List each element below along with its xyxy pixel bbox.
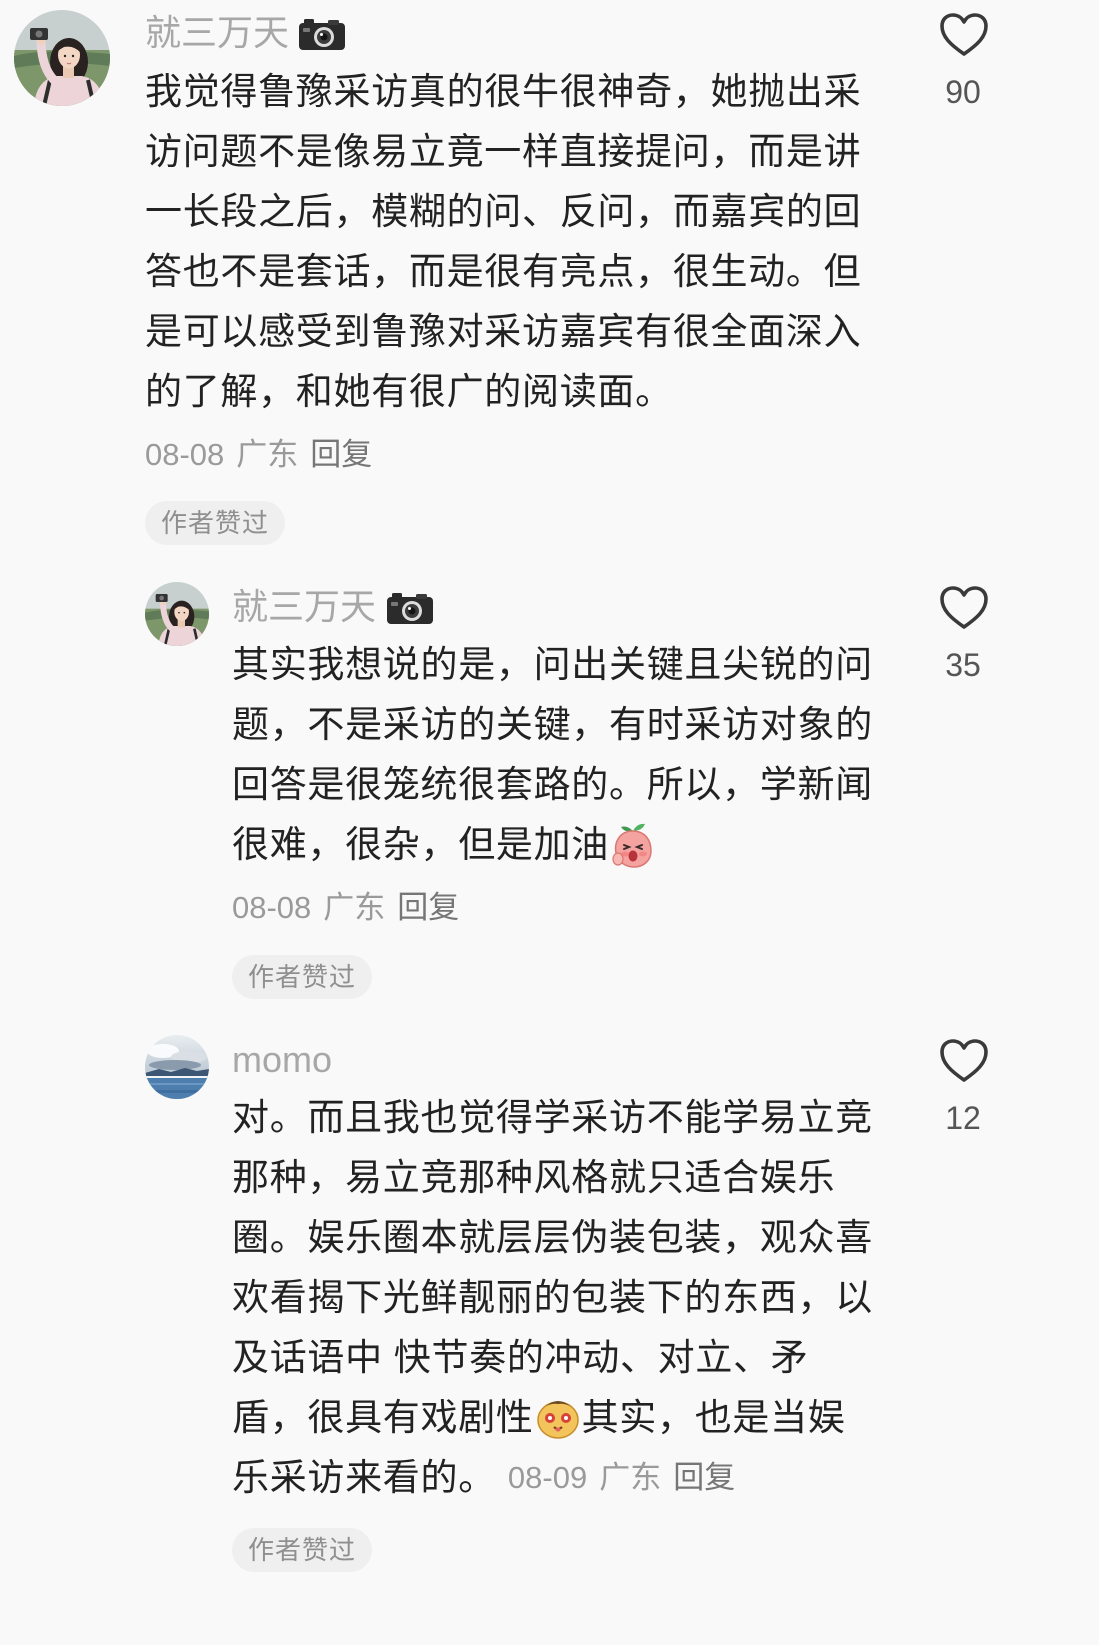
camera-icon [298, 17, 346, 51]
comment-date: 08-08 [232, 890, 312, 925]
reply-button[interactable]: 回复 [397, 886, 459, 930]
comment-text-segment: 盾，很具有戏剧性 [232, 1397, 534, 1438]
like-heart-icon[interactable] [939, 12, 989, 58]
username[interactable]: 就三万天 [232, 583, 376, 631]
avatar[interactable] [145, 582, 209, 646]
comment-date: 08-09 [507, 1460, 588, 1495]
comment-text-line: 欢看揭下光鲜靓丽的包装下的东西，以 [232, 1277, 873, 1318]
username[interactable]: momo [232, 1036, 332, 1084]
comment-text-line: 其实我想说的是，问出关键且尖锐的问 [232, 644, 873, 685]
comment-text-line: 及话语中 快节奏的冲动、对立、矛 [232, 1337, 809, 1378]
comment-text-line: 是可以感受到鲁豫对采访嘉宾有很全面深入 [145, 311, 862, 352]
comment-text-segment: 很难，很杂，但是加油 [232, 824, 609, 865]
reply-button[interactable]: 回复 [310, 433, 372, 477]
like-heart-icon[interactable] [939, 585, 989, 631]
comment-text-line: 对。而且我也觉得学采访不能学易立竞 [232, 1097, 873, 1138]
comment-text-line: 一长段之后，模糊的问、反问，而嘉宾的回 [145, 191, 862, 232]
reply-button[interactable]: 回复 [673, 1448, 735, 1508]
comment-text-line: 很难，很杂，但是加油 [232, 815, 873, 875]
comment-text-line: 题，不是采访的关键，有时采访对象的 [232, 704, 873, 745]
comment-text-line: 答也不是套话，而是很有亮点，很生动。但 [145, 251, 862, 292]
comment-text-line: 那种，易立竞那种风格就只适合娱乐 [232, 1157, 836, 1198]
peach-cheer-emoji-icon [609, 821, 657, 869]
comment-text-line: 乐采访来看的。 08-09 广东 回复 [232, 1448, 873, 1508]
comment-text-line: 回答是很笼统很套路的。所以，学新闻 [232, 764, 873, 805]
like-count: 35 [945, 647, 981, 683]
avatar[interactable] [14, 10, 110, 106]
comment-date: 08-08 [145, 437, 225, 472]
author-liked-badge: 作者赞过 [232, 1528, 372, 1572]
comment-meta: 08-08 广东 回复 [145, 433, 372, 477]
comment-text[interactable]: 对。而且我也觉得学采访不能学易立竞 那种，易立竞那种风格就只适合娱乐 圈。娱乐圈… [232, 1088, 873, 1508]
comment-location: 广东 [599, 1460, 662, 1495]
avatar[interactable] [145, 1035, 209, 1099]
comment-location: 广东 [236, 437, 299, 472]
comment-meta: 08-08 广东 回复 [232, 886, 459, 930]
like-heart-icon[interactable] [939, 1038, 989, 1084]
comment-text-line: 的了解，和她有很广的阅读面。 [145, 371, 673, 412]
like-count: 12 [945, 1100, 981, 1136]
yellow-face-emoji-icon [534, 1394, 582, 1442]
like-count: 90 [945, 74, 981, 110]
camera-icon [386, 591, 434, 625]
username[interactable]: 就三万天 [145, 9, 289, 57]
comment-thread: 就三万天 我觉得鲁豫采访真的很牛很神奇，她抛出采 访问题不是像易立竟一样直接提问… [0, 0, 1099, 1645]
author-liked-badge: 作者赞过 [145, 501, 285, 545]
comment-text-line: 访问题不是像易立竟一样直接提问，而是讲 [145, 131, 862, 172]
comment-text-line: 圈。娱乐圈本就层层伪装包装，观众喜 [232, 1217, 873, 1258]
comment-text[interactable]: 我觉得鲁豫采访真的很牛很神奇，她抛出采 访问题不是像易立竟一样直接提问，而是讲 … [145, 62, 861, 422]
comment-text[interactable]: 其实我想说的是，问出关键且尖锐的问 题，不是采访的关键，有时采访对象的 回答是很… [232, 635, 873, 875]
comment-location: 广东 [323, 890, 386, 925]
comment-text-line: 我觉得鲁豫采访真的很牛很神奇，她抛出采 [145, 71, 862, 112]
author-liked-badge: 作者赞过 [232, 955, 372, 999]
comment-text-line: 盾，很具有戏剧性 其实，也是当娱 [232, 1388, 873, 1448]
comment-meta: 08-09 广东 回复 [508, 1448, 735, 1508]
comment-text-segment: 乐采访来看的。 [232, 1457, 496, 1498]
comment-text-segment: 其实，也是当娱 [581, 1397, 846, 1438]
